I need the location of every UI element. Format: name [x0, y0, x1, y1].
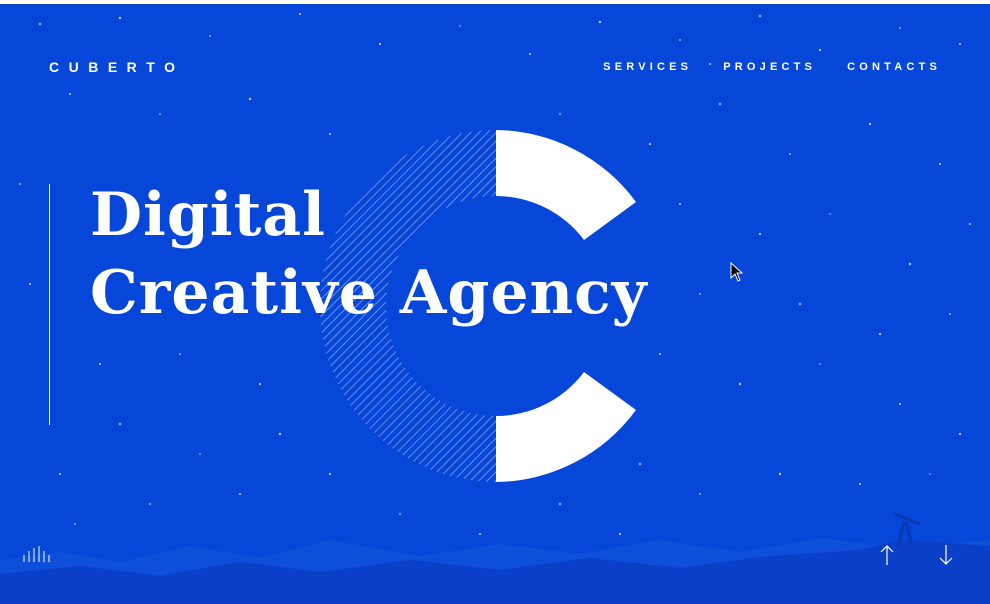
hero-line-1: Digital — [90, 180, 326, 250]
nav-item-services[interactable]: SERVICES — [603, 61, 692, 73]
brand-logo[interactable]: CUBERTO — [49, 59, 184, 75]
main-nav: SERVICES PROJECTS CONTACTS — [603, 61, 941, 73]
hero-line-2: Creative Agency — [90, 258, 648, 328]
arrow-up-icon[interactable] — [878, 544, 896, 566]
mouse-pointer-icon — [730, 262, 744, 282]
nav-item-contacts[interactable]: CONTACTS — [847, 61, 941, 73]
vertical-divider — [49, 184, 50, 425]
hero-headline: Digital Creative Agency — [90, 176, 648, 332]
arrow-down-icon[interactable] — [937, 544, 955, 566]
mountain-silhouette — [0, 512, 990, 604]
nav-item-projects[interactable]: PROJECTS — [723, 61, 816, 73]
sound-bars-icon[interactable] — [22, 545, 52, 563]
